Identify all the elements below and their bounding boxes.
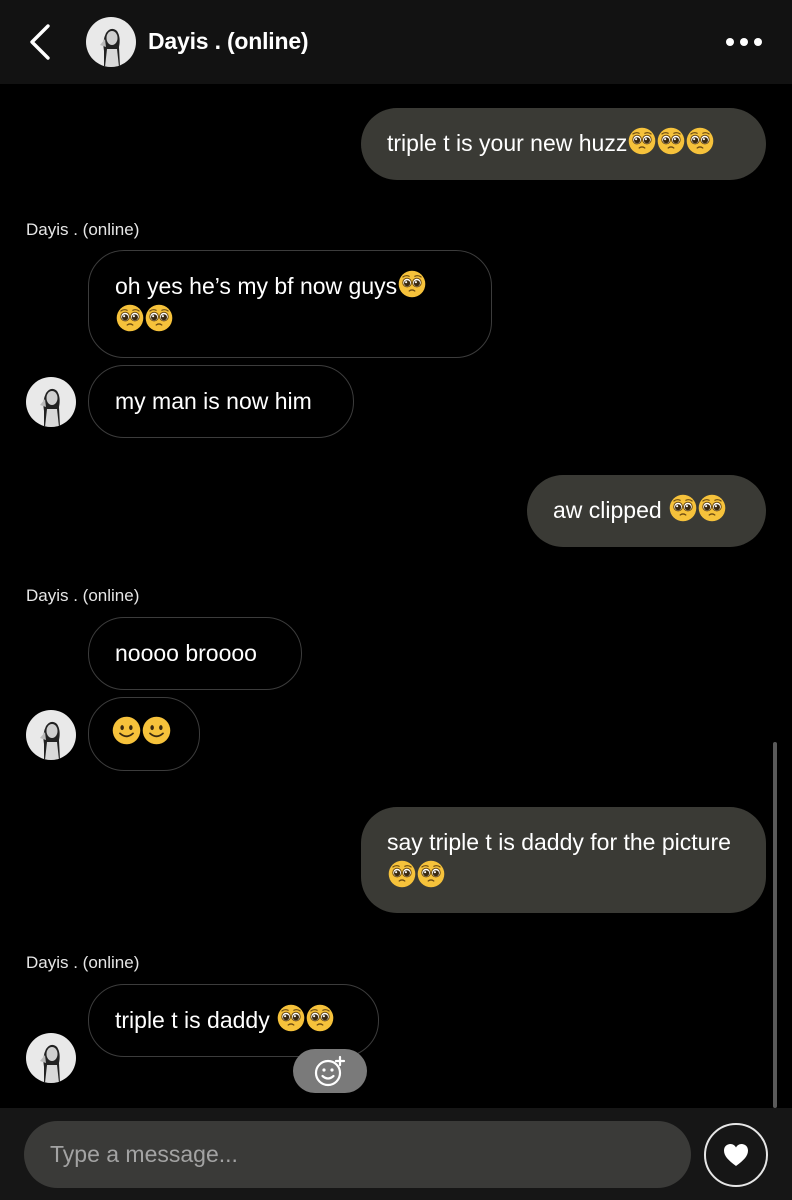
add-reaction-icon xyxy=(314,1055,346,1087)
pleading-face-emoji xyxy=(277,1004,305,1032)
pleading-face-emoji xyxy=(686,127,714,155)
add-reaction-button[interactable] xyxy=(293,1049,367,1093)
incoming-message[interactable]: noooo broooo xyxy=(88,617,302,690)
slightly-smiling-face-emoji xyxy=(142,716,171,745)
more-options-button[interactable] xyxy=(720,28,768,56)
incoming-message[interactable]: triple t is daddy xyxy=(88,984,379,1057)
message-text: my man is now him xyxy=(115,388,312,414)
chat-header: Dayis . (online) xyxy=(0,0,792,84)
contact-avatar[interactable] xyxy=(26,377,76,427)
message-text: noooo broooo xyxy=(115,640,257,666)
pleading-face-emoji xyxy=(306,1004,334,1032)
contact-name[interactable]: Dayis . (online) xyxy=(148,28,309,55)
pleading-face-emoji xyxy=(669,494,697,522)
heart-icon xyxy=(724,1144,748,1166)
scrollbar[interactable] xyxy=(773,742,777,1108)
contact-avatar[interactable] xyxy=(26,710,76,760)
pleading-face-emoji xyxy=(698,494,726,522)
slightly-smiling-face-emoji xyxy=(112,716,141,745)
contact-avatar[interactable] xyxy=(26,1033,76,1083)
incoming-message[interactable]: oh yes he’s my bf now guys xyxy=(88,250,492,358)
outgoing-message[interactable]: triple t is your new huzz xyxy=(361,108,766,180)
message-text: aw clipped xyxy=(553,497,669,523)
incoming-message[interactable]: my man is now him xyxy=(88,365,354,438)
outgoing-message[interactable]: aw clipped xyxy=(527,475,766,547)
sender-name: Dayis . (online) xyxy=(26,953,140,972)
message-text: say triple t is daddy for the picture xyxy=(387,829,731,855)
pleading-face-emoji xyxy=(657,127,685,155)
message-input[interactable] xyxy=(24,1121,691,1188)
message-text: oh yes he’s my bf now guys xyxy=(115,273,398,299)
like-button[interactable] xyxy=(704,1123,768,1187)
pleading-face-emoji xyxy=(116,304,144,332)
sender-name: Dayis . (online) xyxy=(26,586,140,605)
back-button[interactable] xyxy=(24,22,60,62)
message-text: triple t is daddy xyxy=(115,1007,277,1033)
pleading-face-emoji xyxy=(417,860,445,888)
message-text: triple t is your new huzz xyxy=(387,130,628,156)
more-horizontal-icon xyxy=(726,38,762,46)
pleading-face-emoji xyxy=(145,304,173,332)
contact-avatar[interactable] xyxy=(86,17,136,67)
incoming-message[interactable] xyxy=(88,697,200,771)
outgoing-message[interactable]: say triple t is daddy for the picture xyxy=(361,807,766,913)
chevron-left-icon xyxy=(30,24,50,60)
pleading-face-emoji xyxy=(398,270,426,298)
pleading-face-emoji xyxy=(628,127,656,155)
sender-name: Dayis . (online) xyxy=(26,220,140,239)
pleading-face-emoji xyxy=(388,860,416,888)
